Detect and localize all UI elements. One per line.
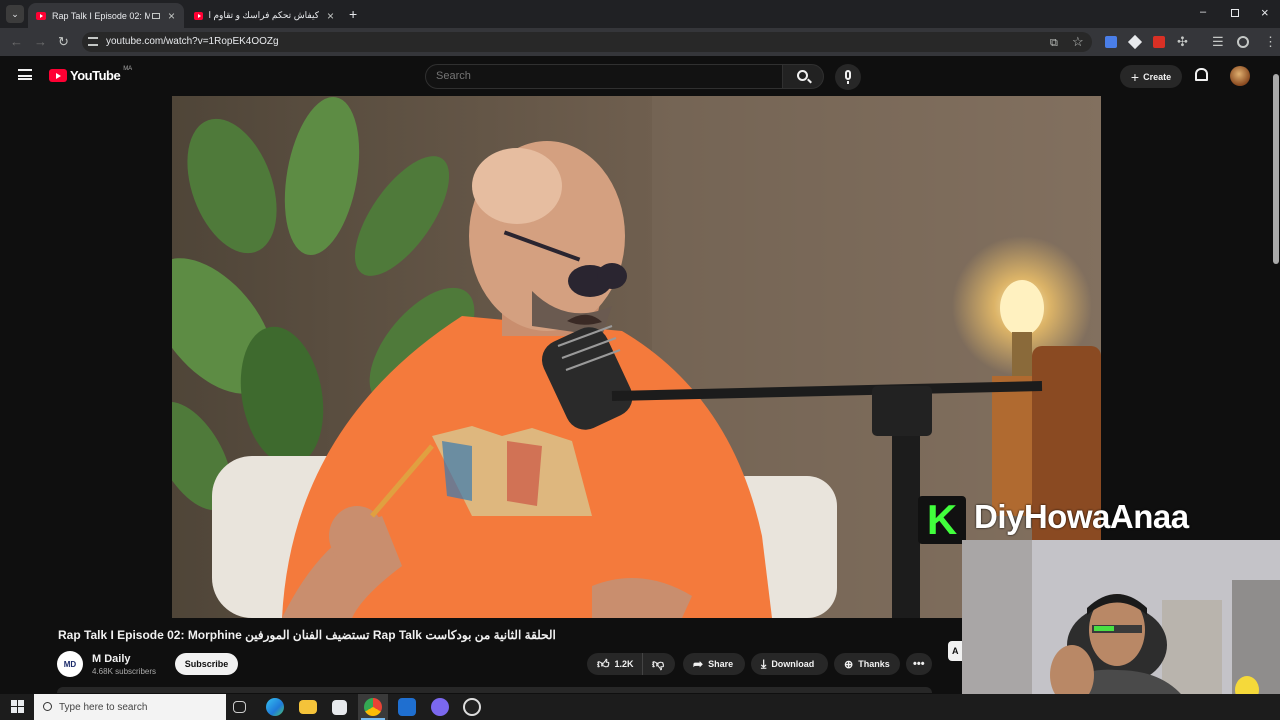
install-app-icon[interactable]: ⧉ xyxy=(1050,35,1058,51)
close-tab-icon[interactable]: × xyxy=(327,9,334,23)
overlay-name: DiyHowaAnaa xyxy=(974,498,1189,535)
share-button[interactable]: ➦ Share xyxy=(683,653,745,675)
thanks-icon: ⊕ xyxy=(844,658,854,671)
browser-tab-strip: ⌄ Rap Talk I Episode 02: Morphine × كيفا… xyxy=(0,0,1280,28)
microphone-icon xyxy=(845,70,851,80)
bookmark-star-icon[interactable]: ☆ xyxy=(1072,34,1084,50)
guide-menu-icon[interactable] xyxy=(18,69,32,80)
more-horizontal-icon: ••• xyxy=(913,658,925,670)
share-label: Share xyxy=(708,659,734,669)
taskbar-search-icon xyxy=(43,702,52,711)
outlook-icon[interactable] xyxy=(398,698,416,716)
user-avatar[interactable] xyxy=(1230,66,1250,86)
task-view-icon[interactable] xyxy=(233,701,246,713)
subscriber-count: 4.68K subscribers xyxy=(92,667,157,676)
extensions-puzzle-icon[interactable]: ✣ xyxy=(1177,34,1188,50)
thumbs-up-icon: 👍︎ xyxy=(597,656,610,671)
overlay-logo-letter: K xyxy=(926,496,958,543)
minimize-window-icon[interactable]: – xyxy=(1200,6,1206,18)
forward-arrow-icon[interactable]: → xyxy=(34,34,47,50)
profile-icon[interactable] xyxy=(1237,36,1249,48)
tab-audio-icon xyxy=(152,12,160,19)
thanks-button[interactable]: ⊕ Thanks xyxy=(834,653,900,675)
webcam-feed: X2 xyxy=(962,540,1280,720)
subscribe-label: Subscribe xyxy=(184,659,229,669)
youtube-logo[interactable]: YouTube MA xyxy=(49,65,133,83)
create-button[interactable]: + Create xyxy=(1120,65,1182,88)
notifications-bell-icon[interactable] xyxy=(1195,68,1208,81)
chevron-down-icon: ⌄ xyxy=(11,9,19,19)
search-input[interactable] xyxy=(436,70,736,82)
description-box-edge xyxy=(57,687,932,693)
close-tab-icon[interactable]: × xyxy=(168,9,175,23)
overlay-logo: K xyxy=(918,496,966,544)
sidebar-chip-text: A xyxy=(952,646,959,656)
subscribe-button[interactable]: Subscribe xyxy=(175,653,238,675)
red-extension-icon[interactable] xyxy=(1153,36,1165,48)
edge-browser-icon[interactable] xyxy=(266,698,284,716)
taskbar-search-box[interactable]: Type here to search xyxy=(34,694,226,720)
download-button[interactable]: ⤓ Download xyxy=(751,653,828,675)
share-arrow-icon: ➦ xyxy=(693,657,704,671)
page-scrollbar[interactable] xyxy=(1272,60,1280,264)
webcam-frame xyxy=(962,540,1280,720)
more-actions-button[interactable]: ••• xyxy=(906,653,932,675)
windows-start-icon[interactable] xyxy=(11,700,24,713)
youtube-logo-text: YouTube xyxy=(70,68,121,83)
plus-icon: + xyxy=(1130,68,1140,85)
thumbs-down-icon: 👎︎ xyxy=(652,656,665,671)
reload-icon[interactable]: ↻ xyxy=(58,34,69,50)
like-count: 1.2K xyxy=(614,659,634,669)
tab-title: كيفاش تحكم فراسك و تقاوم الشهوة xyxy=(209,10,319,20)
file-explorer-icon[interactable] xyxy=(299,700,317,714)
tab-list-button[interactable]: ⌄ xyxy=(6,5,24,23)
tab-title: Rap Talk I Episode 02: Morphine xyxy=(52,10,150,21)
search-button[interactable] xyxy=(782,64,824,89)
reading-list-icon[interactable]: ☰ xyxy=(1212,34,1224,50)
taskbar-search-placeholder: Type here to search xyxy=(59,701,148,713)
url-text[interactable]: youtube.com/watch?v=1RopEK4OOZg xyxy=(106,36,279,47)
sidebar-chip-peek[interactable]: A xyxy=(948,641,962,661)
channel-avatar[interactable]: MD xyxy=(57,651,83,677)
download-label: Download xyxy=(771,659,815,669)
discord-icon[interactable] xyxy=(431,698,449,716)
like-button[interactable]: 👍︎ 1.2K xyxy=(587,653,642,675)
stream-overlay-banner: K DiyHowaAnaa xyxy=(918,494,1280,544)
youtube-favicon-icon xyxy=(36,11,46,20)
site-info-icon[interactable] xyxy=(88,37,98,46)
create-label: Create xyxy=(1143,71,1172,82)
channel-name[interactable]: M Daily xyxy=(92,653,131,665)
chrome-icon[interactable] xyxy=(364,698,382,716)
browser-menu-icon[interactable]: ⋮ xyxy=(1264,34,1277,50)
browser-tab-active[interactable]: Rap Talk I Episode 02: Morphine × xyxy=(28,3,184,28)
region-badge: MA xyxy=(123,65,133,72)
obs-studio-icon[interactable] xyxy=(463,698,481,716)
close-window-icon[interactable]: × xyxy=(1261,5,1269,20)
channel-avatar-text: MD xyxy=(63,659,77,669)
new-tab-button[interactable]: + xyxy=(349,6,357,22)
video-title: Rap Talk I Episode 02: Morphine تستضيف ا… xyxy=(58,628,556,642)
microsoft-store-icon[interactable] xyxy=(332,700,347,715)
restore-window-icon[interactable] xyxy=(1231,9,1239,17)
voice-search-button[interactable] xyxy=(835,64,861,90)
dislike-button[interactable]: 👎︎ xyxy=(642,653,675,675)
youtube-play-logo-icon xyxy=(49,69,67,82)
browser-tab[interactable]: كيفاش تحكم فراسك و تقاوم الشهوة × xyxy=(186,3,342,28)
back-arrow-icon[interactable]: ← xyxy=(10,34,23,50)
download-icon: ⤓ xyxy=(761,656,767,671)
translate-extension-icon[interactable] xyxy=(1105,36,1117,48)
thanks-label: Thanks xyxy=(858,659,890,669)
youtube-favicon-icon xyxy=(194,11,204,20)
